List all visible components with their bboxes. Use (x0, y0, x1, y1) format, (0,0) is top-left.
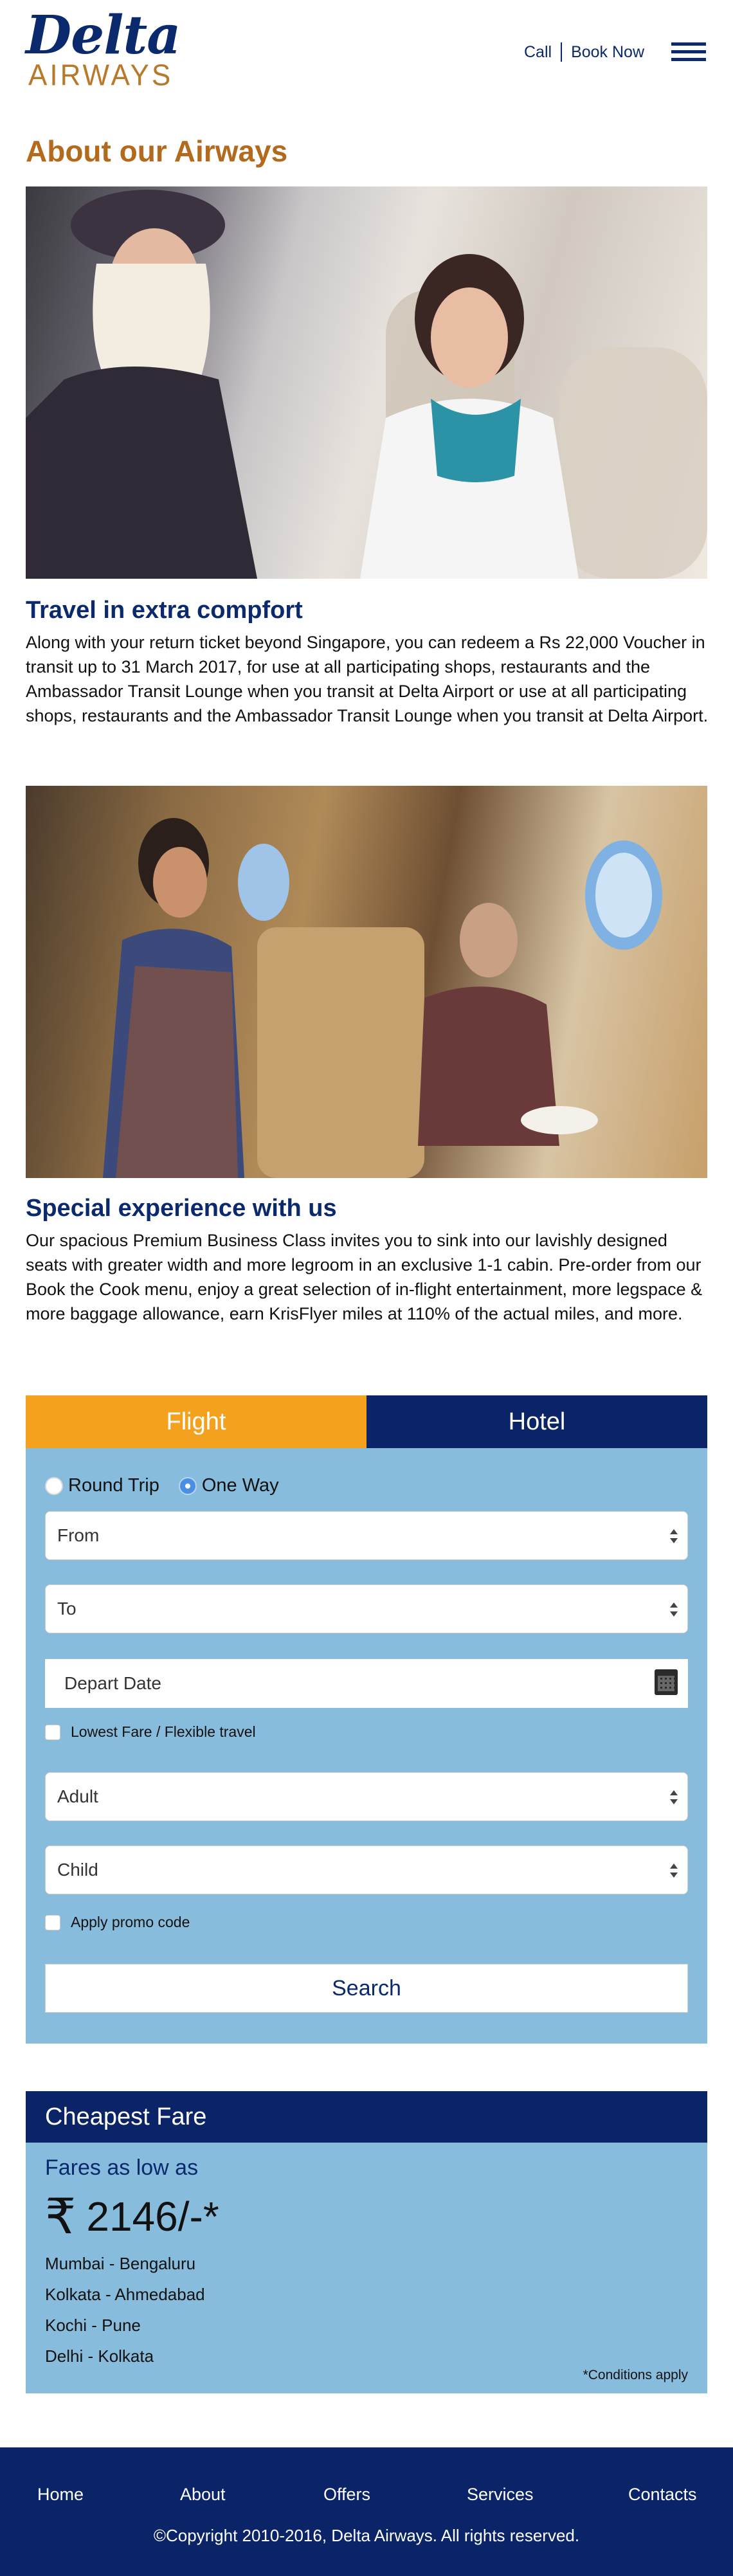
select-arrows-icon (670, 1529, 678, 1543)
booking-widget: Flight Hotel Round Trip One Way From To … (26, 1395, 707, 2044)
to-select[interactable]: To (45, 1584, 688, 1633)
one-way-label: One Way (201, 1475, 279, 1496)
promo-code-label: Apply promo code (71, 1914, 190, 1930)
fare-route[interactable]: Mumbai - Bengaluru (45, 2254, 195, 2274)
select-arrows-icon (670, 1864, 678, 1878)
depart-date-input[interactable]: Depart Date (45, 1659, 688, 1708)
block-text-special: Our spacious Premium Business Class invi… (26, 1231, 703, 1323)
fare-route[interactable]: Delhi - Kolkata (45, 2346, 154, 2366)
adult-select[interactable]: Adult (45, 1772, 688, 1821)
tab-hotel[interactable]: Hotel (366, 1395, 707, 1448)
fare-price: ₹ 2146/-* (45, 2188, 219, 2245)
cheapest-fare-heading: Cheapest Fare (26, 2091, 707, 2143)
copyright-text: ©Copyright 2010-2016, Delta Airways. All… (153, 2526, 580, 2545)
block-heading-comfort: Travel in extra compfort (26, 597, 303, 624)
lowest-fare-option[interactable]: Lowest Fare / Flexible travel (45, 1723, 256, 1741)
fare-subtitle: Fares as low as (45, 2155, 199, 2180)
round-trip-option[interactable]: Round Trip (45, 1475, 159, 1496)
cabin-crew-photo (26, 186, 707, 579)
round-trip-radio[interactable] (45, 1476, 63, 1495)
child-select[interactable]: Child (45, 1846, 688, 1894)
logo-wordmark-delta: Delta (26, 5, 181, 66)
select-arrows-icon (670, 1602, 678, 1617)
promo-code-option[interactable]: Apply promo code (45, 1914, 190, 1931)
book-now-link[interactable]: Book Now (571, 43, 644, 62)
from-select[interactable]: From (45, 1511, 688, 1560)
block-heading-special: Special experience with us (26, 1195, 337, 1222)
fare-route[interactable]: Kochi - Pune (45, 2316, 141, 2336)
lowest-fare-checkbox[interactable] (45, 1724, 60, 1740)
footer-link-services[interactable]: Services (467, 2485, 534, 2505)
rupee-icon: ₹ (45, 2188, 77, 2245)
from-select-value: From (57, 1525, 100, 1545)
block-text-comfort: Along with your return ticket beyond Sin… (26, 633, 709, 725)
logo-wordmark-airways: AIRWAYS (28, 59, 174, 93)
footer-link-home[interactable]: Home (37, 2485, 84, 2505)
round-trip-label: Round Trip (68, 1475, 159, 1496)
cheapest-fare-panel: Cheapest Fare Fares as low as ₹ 2146/-* … (26, 2091, 707, 2393)
promo-code-checkbox[interactable] (45, 1914, 60, 1930)
adult-select-value: Adult (57, 1786, 98, 1806)
lowest-fare-label: Lowest Fare / Flexible travel (71, 1723, 256, 1740)
footer-link-about[interactable]: About (180, 2485, 226, 2505)
site-footer: Home About Offers Services Contacts ©Cop… (0, 2447, 733, 2576)
fare-route[interactable]: Kolkata - Ahmedabad (45, 2285, 205, 2305)
footer-link-contacts[interactable]: Contacts (628, 2485, 697, 2505)
footer-link-offers[interactable]: Offers (323, 2485, 370, 2505)
child-select-value: Child (57, 1860, 98, 1880)
site-header: Delta AIRWAYS Call Book Now (0, 0, 733, 109)
conditions-note: *Conditions apply (583, 2368, 688, 2382)
search-button[interactable]: Search (45, 1964, 688, 2013)
depart-date-placeholder: Depart Date (64, 1673, 161, 1693)
trip-type-group: Round Trip One Way (45, 1475, 298, 1496)
footer-nav: Home About Offers Services Contacts (0, 2485, 733, 2510)
link-divider (561, 42, 563, 62)
page-title: About our Airways (26, 134, 288, 168)
calendar-icon[interactable] (655, 1669, 678, 1695)
delta-logo[interactable]: Delta AIRWAYS (26, 9, 181, 93)
top-links: Call Book Now (524, 42, 644, 62)
business-class-photo (26, 786, 707, 1178)
one-way-option[interactable]: One Way (178, 1475, 279, 1496)
tab-flight[interactable]: Flight (26, 1395, 366, 1448)
hamburger-menu-icon[interactable] (671, 42, 706, 62)
call-link[interactable]: Call (524, 43, 552, 62)
select-arrows-icon (670, 1790, 678, 1804)
one-way-radio[interactable] (178, 1476, 197, 1495)
fare-price-value: 2146/-* (86, 2193, 219, 2240)
to-select-value: To (57, 1599, 77, 1619)
